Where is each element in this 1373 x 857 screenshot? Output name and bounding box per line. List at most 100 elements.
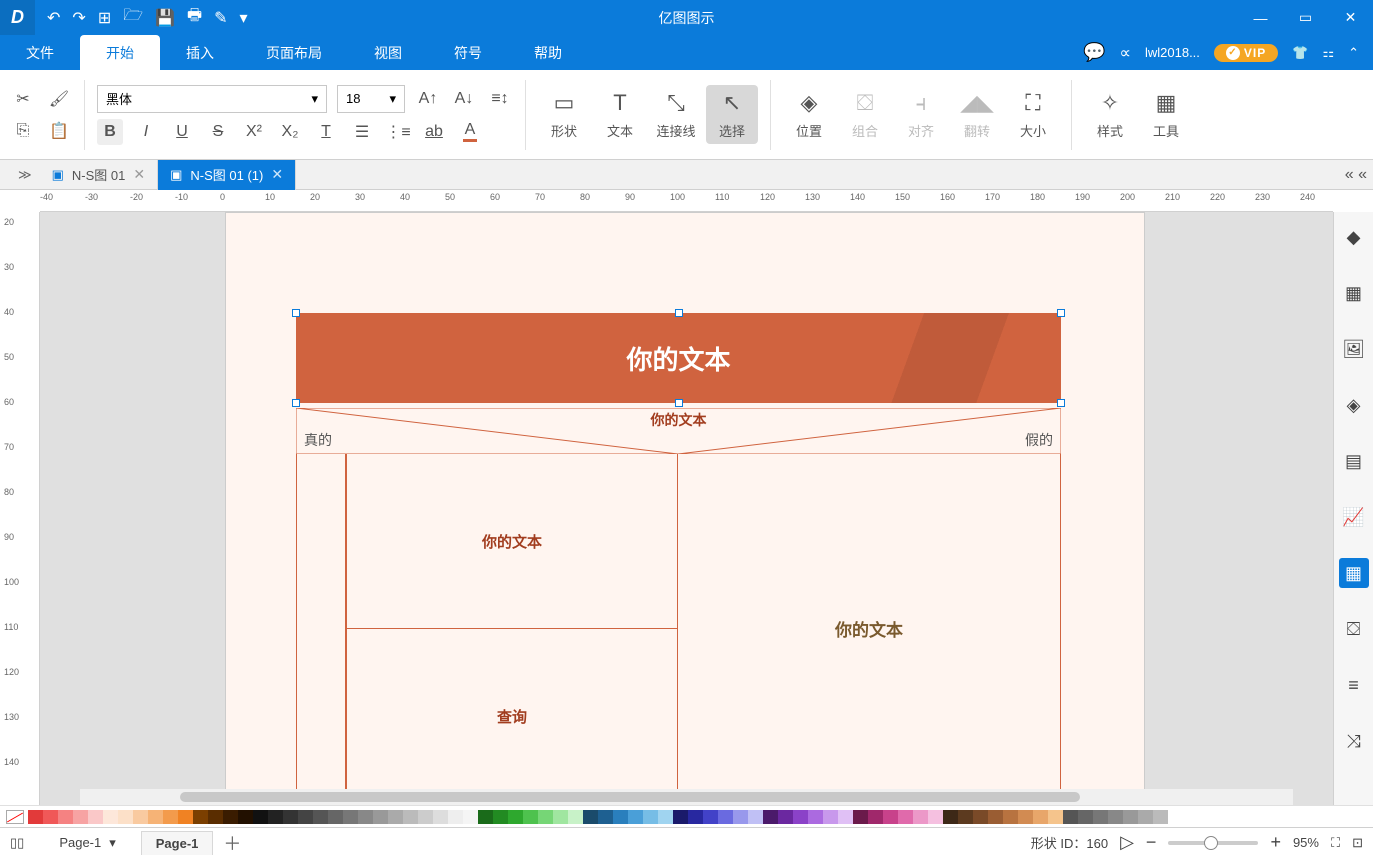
align-panel-icon[interactable]: ≡ <box>1339 670 1369 700</box>
size-button[interactable]: ⛶大小 <box>1007 89 1059 140</box>
color-swatch[interactable] <box>823 810 838 824</box>
outline-view-icon[interactable]: ▯▯ <box>10 835 24 851</box>
strikethrough-button[interactable]: S <box>205 119 231 145</box>
fullscreen-icon[interactable]: ⊡ <box>1352 835 1363 851</box>
image-panel-icon[interactable]: 🖼 <box>1339 334 1369 364</box>
color-swatch[interactable] <box>508 810 523 824</box>
color-swatch[interactable] <box>1153 810 1168 824</box>
font-color-button[interactable]: A <box>457 119 483 145</box>
paste-icon[interactable]: 📋 <box>46 118 72 144</box>
collapse-ribbon-icon[interactable]: ⌃ <box>1348 45 1359 61</box>
collapse-panel-icon[interactable]: « « <box>1345 166 1367 184</box>
font-select[interactable]: 黑体▾ <box>97 85 327 113</box>
decrease-font-icon[interactable]: A↓ <box>451 86 477 112</box>
color-swatch[interactable] <box>673 810 688 824</box>
color-swatch[interactable] <box>328 810 343 824</box>
color-swatch[interactable] <box>448 810 463 824</box>
selection-handle[interactable] <box>1057 399 1065 407</box>
table-panel-icon[interactable]: ▦ <box>1339 558 1369 588</box>
group-button[interactable]: ⛋组合 <box>839 89 891 140</box>
color-swatch[interactable] <box>868 810 883 824</box>
drawing-page[interactable]: 你的文本 你的文本 真的 假的 你的文本 查询 你的文本 <box>225 212 1145 792</box>
redo-icon[interactable]: ↷ <box>72 8 85 28</box>
color-swatch[interactable] <box>478 810 493 824</box>
doc-tab-0[interactable]: ▣ N-S图 01 ✕ <box>40 160 159 190</box>
shuffle-panel-icon[interactable]: ⤨ <box>1339 726 1369 756</box>
menu-file[interactable]: 文件 <box>0 35 80 70</box>
color-swatch[interactable] <box>628 810 643 824</box>
tshirt-icon[interactable]: 👕 <box>1292 45 1308 61</box>
color-swatch[interactable] <box>928 810 943 824</box>
zoom-out-button[interactable]: − <box>1146 832 1157 853</box>
color-swatch[interactable] <box>1123 810 1138 824</box>
color-swatch[interactable] <box>1078 810 1093 824</box>
numbered-list-button[interactable]: ☰ <box>349 119 375 145</box>
presentation-icon[interactable]: ▷ <box>1120 832 1134 853</box>
color-swatch[interactable] <box>223 810 238 824</box>
fill-panel-icon[interactable]: ◆ <box>1339 222 1369 252</box>
color-swatch[interactable] <box>208 810 223 824</box>
color-swatch[interactable] <box>553 810 568 824</box>
color-swatch[interactable] <box>313 810 328 824</box>
selection-handle[interactable] <box>1057 309 1065 317</box>
close-button[interactable]: ✕ <box>1328 0 1373 35</box>
flip-button[interactable]: ◢◣翻转 <box>951 89 1003 140</box>
color-swatch[interactable] <box>568 810 583 824</box>
color-swatch[interactable] <box>613 810 628 824</box>
color-swatch[interactable] <box>778 810 793 824</box>
color-swatch[interactable] <box>763 810 778 824</box>
color-swatch[interactable] <box>883 810 898 824</box>
no-fill-swatch[interactable] <box>6 810 24 824</box>
maximize-button[interactable]: ▭ <box>1283 0 1328 35</box>
tools-button[interactable]: ▦工具 <box>1140 89 1192 140</box>
color-swatch[interactable] <box>583 810 598 824</box>
chart-panel-icon[interactable]: 📈 <box>1339 502 1369 532</box>
color-swatch[interactable] <box>688 810 703 824</box>
print-icon[interactable]: 🖶 <box>187 4 202 31</box>
color-swatch[interactable] <box>1108 810 1123 824</box>
layers-panel-icon[interactable]: ◈ <box>1339 390 1369 420</box>
superscript-button[interactable]: X² <box>241 119 267 145</box>
color-swatch[interactable] <box>1093 810 1108 824</box>
color-swatch[interactable] <box>958 810 973 824</box>
new-icon[interactable]: ⊞ <box>98 8 111 28</box>
color-swatch[interactable] <box>538 810 553 824</box>
selection-handle[interactable] <box>675 309 683 317</box>
selection-handle[interactable] <box>292 399 300 407</box>
qat-more-icon[interactable]: ▾ <box>240 8 248 28</box>
copy-icon[interactable]: ⎘ <box>10 118 36 144</box>
color-swatch[interactable] <box>733 810 748 824</box>
color-swatch[interactable] <box>598 810 613 824</box>
doc-tab-1[interactable]: ▣ N-S图 01 (1) ✕ <box>158 160 296 190</box>
zoom-level[interactable]: 95% <box>1293 835 1319 850</box>
menu-help[interactable]: 帮助 <box>508 35 588 70</box>
color-swatch[interactable] <box>103 810 118 824</box>
color-swatch[interactable] <box>493 810 508 824</box>
cut-icon[interactable]: ✂ <box>10 86 36 112</box>
subscript-button[interactable]: X₂ <box>277 119 303 145</box>
left-strip-shape[interactable] <box>296 454 346 804</box>
fit-page-icon[interactable]: ⛶ <box>1331 835 1340 851</box>
menu-layout[interactable]: 页面布局 <box>240 35 348 70</box>
color-swatch[interactable] <box>988 810 1003 824</box>
minimize-button[interactable]: — <box>1238 0 1283 35</box>
left-bottom-shape[interactable]: 查询 <box>346 629 678 804</box>
color-swatch[interactable] <box>1018 810 1033 824</box>
color-swatch[interactable] <box>718 810 733 824</box>
selection-handle[interactable] <box>675 399 683 407</box>
right-shape[interactable]: 你的文本 <box>678 454 1061 804</box>
color-swatch[interactable] <box>1063 810 1078 824</box>
save-icon[interactable]: 💾 <box>155 8 175 28</box>
export-icon[interactable]: ✎ <box>214 8 227 28</box>
color-swatch[interactable] <box>373 810 388 824</box>
color-swatch[interactable] <box>178 810 193 824</box>
bold-button[interactable]: B <box>97 119 123 145</box>
color-swatch[interactable] <box>793 810 808 824</box>
connector-tool-button[interactable]: ⤡连接线 <box>650 89 702 140</box>
apps-icon[interactable]: ⚏ <box>1322 45 1334 61</box>
page-tab[interactable]: Page-1 <box>141 831 214 855</box>
color-swatch[interactable] <box>1033 810 1048 824</box>
horizontal-scrollbar[interactable] <box>80 789 1293 805</box>
vip-badge[interactable]: VIP <box>1214 44 1278 62</box>
color-swatch[interactable] <box>28 810 43 824</box>
